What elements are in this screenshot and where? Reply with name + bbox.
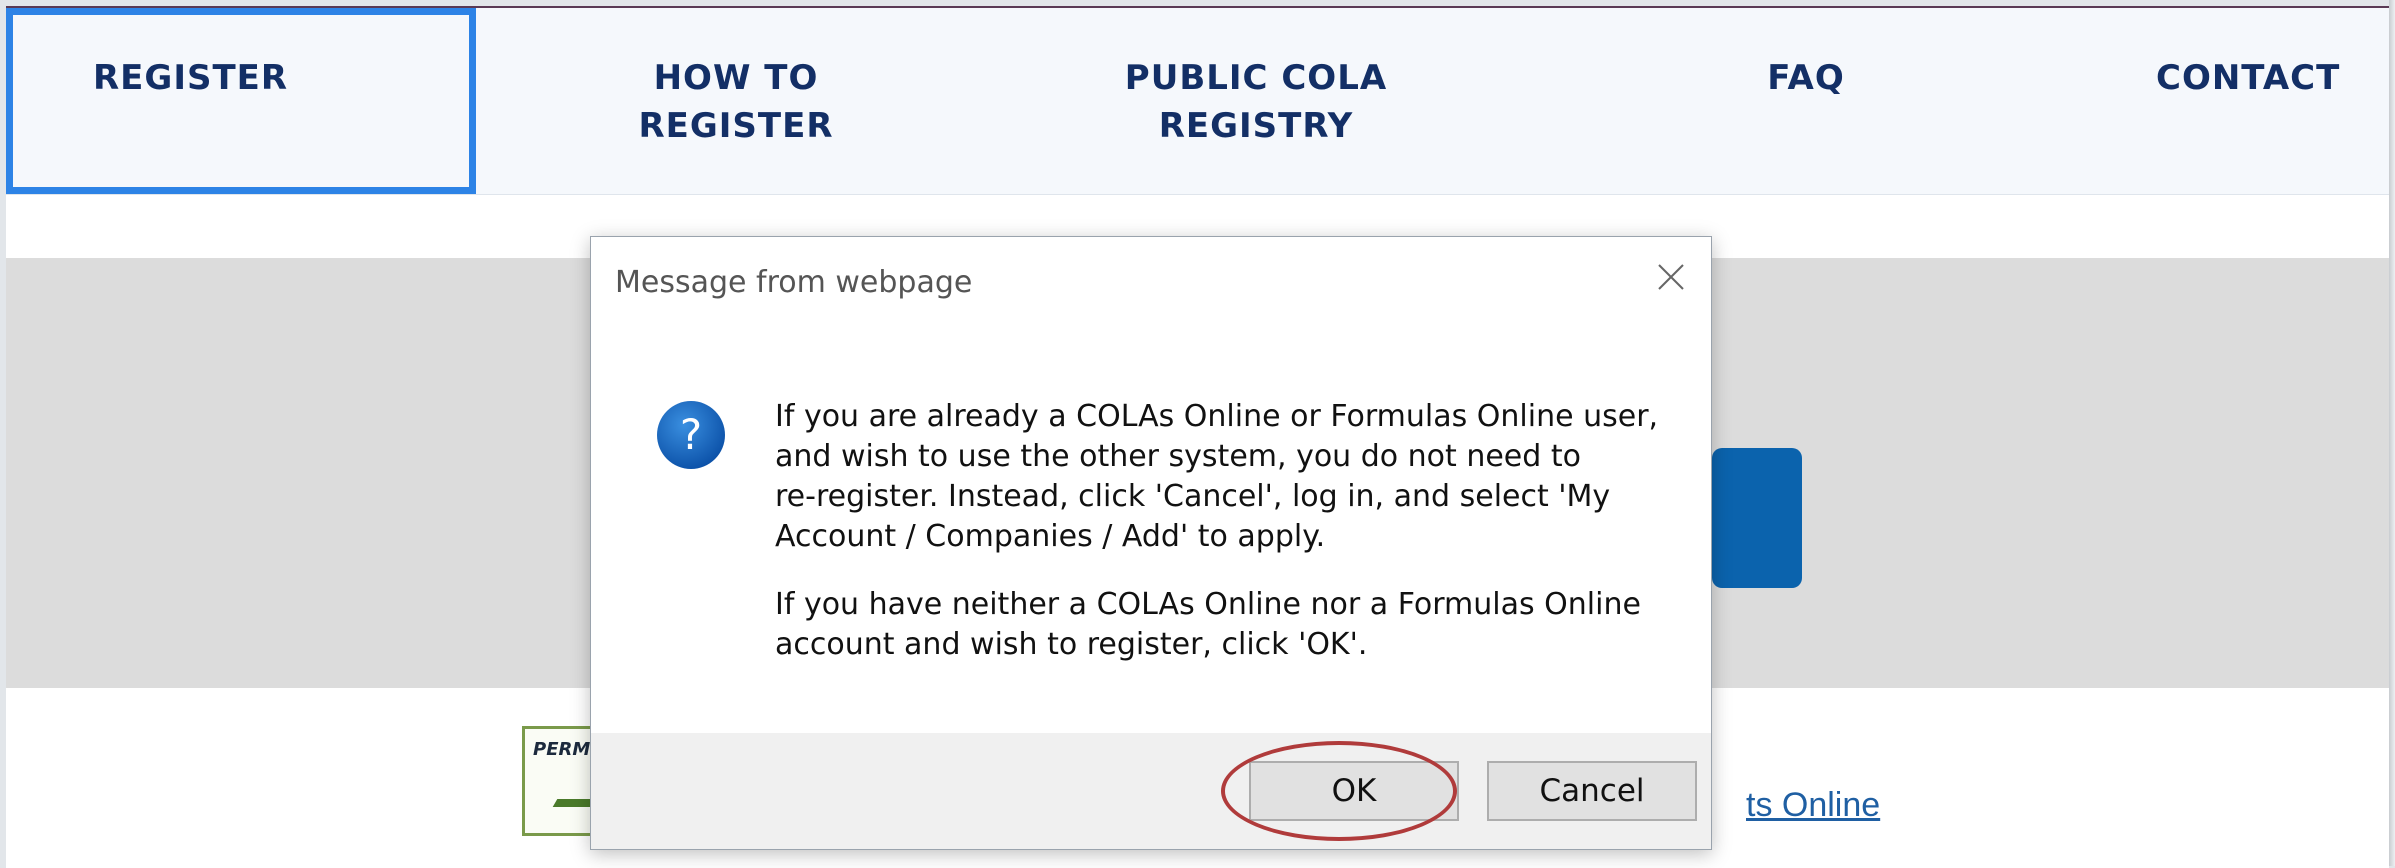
top-navigation: REGISTER HOW TO REGISTER PUBLIC COLA REG… xyxy=(6,8,2389,195)
cancel-button[interactable]: Cancel xyxy=(1487,761,1697,821)
nav-contact[interactable]: CONTACT xyxy=(2156,8,2389,194)
seal-text: PERM xyxy=(533,739,591,760)
close-icon[interactable] xyxy=(1649,255,1693,299)
dialog-footer: OK Cancel xyxy=(591,733,1711,849)
svg-text:?: ? xyxy=(680,410,702,459)
question-icon: ? xyxy=(657,401,725,469)
online-link[interactable]: ts Online xyxy=(1746,786,1880,825)
dialog-message-2: If you have neither a COLAs Online nor a… xyxy=(775,587,1641,662)
nav-how-to-register[interactable]: HOW TO REGISTER xyxy=(576,8,896,194)
dialog-message-1: If you are already a COLAs Online or For… xyxy=(775,399,1659,554)
nav-faq[interactable]: FAQ xyxy=(1706,8,1906,194)
window-edge xyxy=(2389,0,2395,866)
ok-button[interactable]: OK xyxy=(1249,761,1459,821)
nav-public-cola-registry[interactable]: PUBLIC COLA REGISTRY xyxy=(1066,8,1446,194)
dialog-title: Message from webpage xyxy=(615,265,973,300)
hero-button[interactable] xyxy=(1712,448,1802,588)
nav-register[interactable]: REGISTER xyxy=(6,8,476,194)
message-dialog: Message from webpage ? If you are alread… xyxy=(590,236,1712,850)
